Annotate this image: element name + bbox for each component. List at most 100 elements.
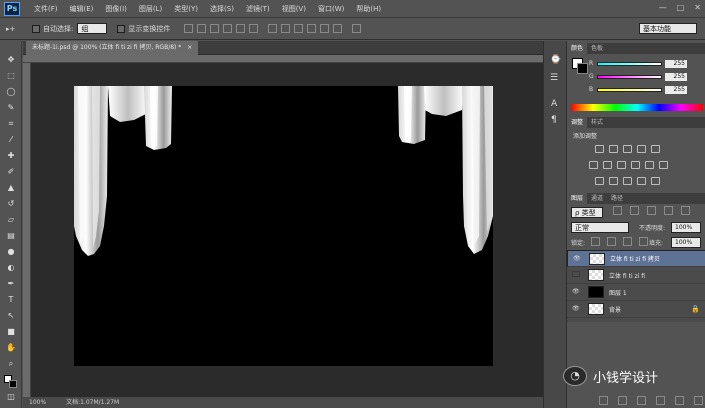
fx-icon[interactable] [618,396,627,405]
menu-image[interactable]: 图像(I) [99,4,133,14]
dodge-tool-icon[interactable]: ◐ [5,263,17,273]
healing-brush-tool-icon[interactable]: ✚ [5,151,17,161]
distribute-left-icon[interactable] [307,24,317,33]
align-left-icon[interactable] [223,24,233,33]
color-lookup-icon[interactable] [659,161,668,169]
character-panel-icon[interactable]: A [551,99,557,109]
levels-icon[interactable] [609,145,618,153]
menu-file[interactable]: 文件(F) [28,4,64,14]
clone-stamp-tool-icon[interactable]: ▲ [5,183,17,193]
menu-select[interactable]: 选择(S) [204,4,240,14]
brush-tool-icon[interactable]: ✐ [5,167,17,177]
close-button[interactable]: ✕ [694,3,701,12]
layer-kind-filter[interactable]: ρ 类型 [571,207,603,218]
paragraph-panel-icon[interactable]: ¶ [551,115,557,125]
auto-align-icon[interactable] [352,24,362,33]
hue-saturation-icon[interactable] [589,161,598,169]
filter-shape-icon[interactable] [664,206,673,215]
visibility-eye-icon[interactable]: 👁 [572,289,580,295]
distribute-hcenter-icon[interactable] [320,24,330,33]
document-tab-close-button[interactable]: × [187,44,192,51]
properties-panel-icon[interactable]: ☰ [550,73,558,83]
layer-row[interactable]: 👁 图层 1 [567,284,705,301]
mask-icon[interactable] [637,396,646,405]
slider-blue-value[interactable]: 255 [665,85,687,94]
pen-tool-icon[interactable]: ✒ [5,279,17,289]
filter-adjustment-icon[interactable] [630,206,639,215]
blend-mode-dropdown[interactable]: 正常 [571,222,629,233]
distribute-right-icon[interactable] [333,24,343,33]
curves-icon[interactable] [623,145,632,153]
ruler-vertical[interactable] [23,63,31,397]
tab-swatches[interactable]: 色板 [587,43,607,54]
slider-blue-track[interactable] [596,87,663,92]
distribute-bottom-icon[interactable] [294,24,304,33]
eyedropper-tool-icon[interactable]: ⁄ [5,135,17,145]
menu-type[interactable]: 类型(Y) [168,4,204,14]
show-transform-checkbox[interactable] [117,24,126,33]
link-icon[interactable] [599,396,608,405]
move-tool-icon[interactable]: ✥ [5,55,17,65]
gradient-map-icon[interactable] [637,177,646,185]
adjustment-icon[interactable] [656,396,665,405]
lock-pixels-icon[interactable] [607,237,616,246]
workspace-dropdown[interactable]: 基本功能 [639,23,697,34]
align-vcenter-icon[interactable] [197,24,207,33]
color-balance-icon[interactable] [603,161,612,169]
photo-filter-icon[interactable] [631,161,640,169]
menu-filter[interactable]: 滤镜(T) [240,4,276,14]
auto-select-dropdown[interactable]: 组 [77,23,108,34]
fill-input[interactable]: 100% [671,237,701,248]
tab-channels[interactable]: 通道 [587,193,607,204]
layer-name[interactable]: 背景 [609,305,621,314]
slider-red-value[interactable]: 255 [665,59,687,68]
exposure-icon[interactable] [637,145,646,153]
rectangle-tool-icon[interactable]: ■ [5,327,17,337]
zoom-level[interactable]: 100% [29,399,46,406]
document-canvas[interactable] [74,86,493,366]
lock-all-icon[interactable] [639,237,648,246]
history-brush-tool-icon[interactable]: ↺ [5,199,17,209]
brightness-icon[interactable] [595,145,604,153]
eraser-tool-icon[interactable]: ▱ [5,215,17,225]
slider-red[interactable]: R 255 [589,59,687,68]
menu-edit[interactable]: 编辑(E) [64,4,100,14]
gradient-tool-icon[interactable]: ▤ [5,231,17,241]
layer-row[interactable]: 👁 立体 fi ti zi fi 拷贝 [567,250,705,267]
vibrance-icon[interactable] [651,145,660,153]
menu-view[interactable]: 视图(V) [276,4,312,14]
background-color-swatch[interactable] [9,380,17,388]
new-layer-icon[interactable] [694,396,703,405]
group-icon[interactable] [675,396,684,405]
ruler-horizontal[interactable] [23,55,543,63]
slider-red-track[interactable] [596,61,663,66]
slider-green-value[interactable]: 255 [665,72,687,81]
selective-color-icon[interactable] [651,177,660,185]
menu-help[interactable]: 帮助(H) [350,4,387,14]
tab-paths[interactable]: 路径 [607,193,627,204]
layer-thumbnail[interactable] [588,286,604,298]
filter-pixel-icon[interactable] [613,206,622,215]
tab-adjustments[interactable]: 调整 [567,117,588,128]
lasso-tool-icon[interactable]: ◯ [5,87,17,97]
color-spectrum[interactable] [571,104,703,111]
black-white-icon[interactable] [617,161,626,169]
channel-mixer-icon[interactable] [645,161,654,169]
layer-name[interactable]: 图层 1 [609,288,627,297]
quick-select-tool-icon[interactable]: ✎ [5,103,17,113]
visibility-eye-icon[interactable]: 👁 [573,256,581,262]
menu-window[interactable]: 窗口(W) [312,4,350,14]
quick-mask-icon[interactable]: ◫ [5,392,17,402]
visibility-eye-icon[interactable]: 👁 [572,306,580,312]
path-select-tool-icon[interactable]: ↖ [5,311,17,321]
menu-layer[interactable]: 图层(L) [133,4,168,14]
align-bottom-icon[interactable] [210,24,220,33]
threshold-icon[interactable] [623,177,632,185]
posterize-icon[interactable] [609,177,618,185]
document-info[interactable]: 文档:1.07M/1.27M [66,399,119,406]
color-background-swatch[interactable] [577,63,588,74]
marquee-tool-icon[interactable]: ⬚ [5,71,17,81]
maximize-button[interactable]: □ [677,3,685,12]
distribute-vcenter-icon[interactable] [281,24,291,33]
layer-thumbnail[interactable] [588,303,604,315]
